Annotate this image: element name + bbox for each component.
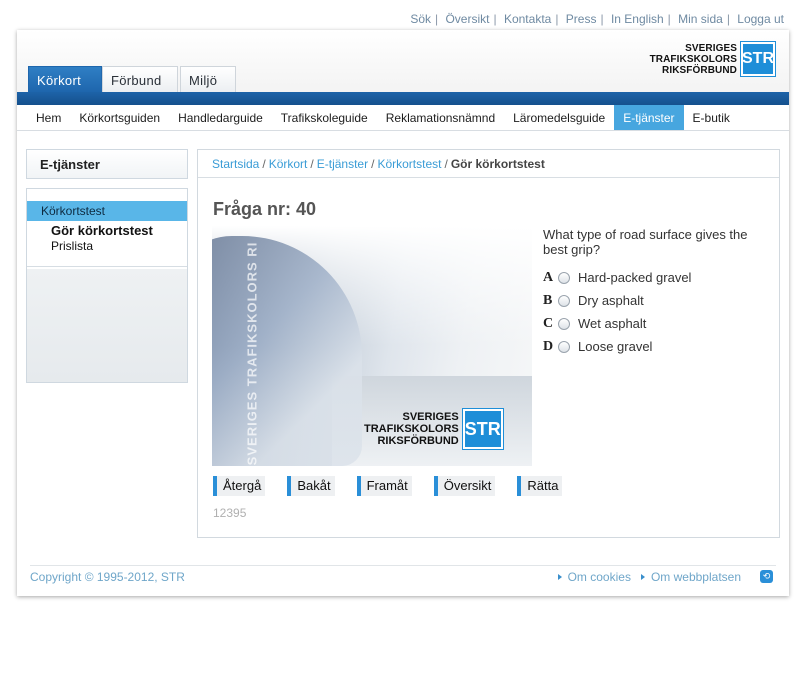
copyright: Copyright © 1995-2012, STR: [30, 570, 185, 584]
question-image: SVERIGES TRAFIKSKOLORS RI SVERIGES TRAFI…: [212, 226, 532, 466]
image-logo-mark: STR: [461, 408, 504, 450]
top-link-oversikt[interactable]: Översikt: [445, 12, 489, 26]
footer-divider: [30, 565, 776, 566]
main-nav: Hem Körkortsguiden Handledarguide Trafik…: [17, 105, 789, 131]
answer-radio[interactable]: [558, 294, 570, 307]
forward-button[interactable]: Framåt: [356, 476, 412, 496]
answer-list: A Hard-packed gravel B Dry asphalt C Wet…: [543, 266, 691, 358]
answer-letter: C: [543, 315, 554, 331]
logo-line: TRAFIKSKOLORS: [649, 53, 737, 65]
question-text: What type of road surface gives the best…: [543, 227, 748, 257]
answer-letter: A: [543, 269, 554, 285]
separator: |: [726, 12, 730, 26]
answer-label: Hard-packed gravel: [578, 270, 692, 285]
nav-hem[interactable]: Hem: [27, 105, 70, 130]
nav-e-butik[interactable]: E-butik: [684, 105, 739, 130]
breadcrumb: Startsida / Körkort / E-tjänster / Körkortstes…: [198, 150, 779, 178]
footer-links: Om cookies Om webbplatsen: [548, 570, 741, 584]
image-logo-line: TRAFIKSKOLORS: [364, 423, 459, 435]
nav-laromedelsguide[interactable]: Läromedelsguide: [504, 105, 614, 130]
answer-radio[interactable]: [558, 317, 570, 330]
top-link-kontakta[interactable]: Kontakta: [504, 12, 551, 26]
page-container: Körkort Förbund Miljö SVERIGES TRAFIKSKO…: [17, 30, 789, 596]
answer-option-a[interactable]: A Hard-packed gravel: [543, 266, 691, 289]
nav-reklamationsnamnd[interactable]: Reklamationsnämnd: [377, 105, 504, 130]
divider: [27, 266, 187, 267]
answer-radio[interactable]: [558, 271, 570, 284]
separator: |: [493, 12, 497, 26]
header: Körkort Förbund Miljö SVERIGES TRAFIKSKO…: [17, 30, 789, 92]
main-content: Startsida / Körkort / E-tjänster / Körkortstes…: [197, 149, 780, 538]
breadcrumb-e-tjanster[interactable]: E-tjänster: [317, 157, 368, 171]
overview-button[interactable]: Översikt: [433, 476, 496, 496]
sidebar-title: E-tjänster: [26, 149, 188, 179]
breadcrumb-korkortstest[interactable]: Körkortstest: [377, 157, 441, 171]
str-logo[interactable]: SVERIGES TRAFIKSKOLORS RIKSFÖRBUND STR: [650, 41, 776, 77]
nav-trafikskoleguide[interactable]: Trafikskoleguide: [272, 105, 377, 130]
image-logo-line: RIKSFÖRBUND: [377, 435, 459, 447]
nav-handledarguide[interactable]: Handledarguide: [169, 105, 272, 130]
top-link-in-english[interactable]: In English: [611, 12, 664, 26]
top-link-min-sida[interactable]: Min sida: [678, 12, 723, 26]
answer-option-b[interactable]: B Dry asphalt: [543, 289, 691, 312]
logo-text: SVERIGES TRAFIKSKOLORS RIKSFÖRBUND: [650, 43, 737, 76]
breadcrumb-separator: /: [310, 157, 314, 171]
correct-button[interactable]: Rätta: [517, 476, 563, 496]
back-button[interactable]: Bakåt: [287, 476, 335, 496]
answer-label: Loose gravel: [578, 339, 653, 354]
footer-link-cookies[interactable]: Om cookies: [557, 570, 631, 584]
breadcrumb-separator: /: [371, 157, 375, 171]
image-logo-text: SVERIGES TRAFIKSKOLORS RIKSFÖRBUND: [364, 411, 459, 447]
image-logo-line: SVERIGES: [402, 411, 459, 423]
top-link-logga-ut[interactable]: Logga ut: [737, 12, 784, 26]
arrow-right-icon: [640, 574, 645, 580]
tab-miljo[interactable]: Miljö: [180, 66, 236, 92]
header-bar: [17, 92, 789, 105]
sidebar-item-gor-korkortstest[interactable]: Gör körkortstest: [27, 221, 187, 238]
top-link-sok[interactable]: Sök: [410, 12, 431, 26]
question-code: 12395: [213, 506, 247, 520]
image-watermark: SVERIGES TRAFIKSKOLORS RI: [244, 241, 260, 466]
separator: |: [600, 12, 604, 26]
sidebar-item-korkortstest[interactable]: Körkortstest: [27, 201, 187, 221]
logo-line: SVERIGES: [685, 42, 737, 54]
arrow-right-icon: [557, 574, 562, 580]
separator: |: [555, 12, 559, 26]
sidebar-menu: Körkortstest Gör körkortstest Prislista: [26, 188, 188, 383]
breadcrumb-current: Gör körkortstest: [450, 157, 545, 171]
return-button[interactable]: Återgå: [213, 476, 266, 496]
separator: |: [667, 12, 671, 26]
answer-radio[interactable]: [558, 340, 570, 353]
logo-mark: STR: [740, 41, 776, 77]
breadcrumb-korkort[interactable]: Körkort: [269, 157, 308, 171]
sidebar-item-prislista[interactable]: Prislista: [27, 238, 187, 253]
nav-korkortsguiden[interactable]: Körkortsguiden: [70, 105, 169, 130]
image-logo: SVERIGES TRAFIKSKOLORS RIKSFÖRBUND STR: [364, 408, 504, 450]
breadcrumb-startsida[interactable]: Startsida: [212, 157, 259, 171]
tab-forbund[interactable]: Förbund: [102, 66, 178, 92]
answer-label: Dry asphalt: [578, 293, 644, 308]
logo-line: RIKSFÖRBUND: [662, 64, 737, 76]
footer-link-label: Om webbplatsen: [650, 570, 741, 584]
breadcrumb-separator: /: [262, 157, 266, 171]
answer-option-c[interactable]: C Wet asphalt: [543, 312, 691, 335]
tab-label: Förbund: [111, 73, 162, 88]
answer-option-d[interactable]: D Loose gravel: [543, 335, 691, 358]
separator: |: [435, 12, 439, 26]
tab-korkort[interactable]: Körkort: [28, 66, 113, 92]
button-row: Återgå Bakåt Framåt Översikt Rätta: [213, 476, 584, 496]
footer-link-webbplatsen[interactable]: Om webbplatsen: [640, 570, 741, 584]
breadcrumb-separator: /: [444, 157, 448, 171]
question-number: Fråga nr: 40: [213, 199, 317, 219]
tab-label: Körkort: [37, 73, 82, 88]
footer-link-label: Om cookies: [567, 570, 631, 584]
answer-letter: D: [543, 338, 554, 354]
tab-label: Miljö: [189, 73, 218, 88]
answer-letter: B: [543, 292, 553, 308]
share-icon[interactable]: ⟲: [760, 570, 773, 583]
nav-e-tjanster[interactable]: E-tjänster: [614, 105, 684, 130]
top-links: Sök | Översikt | Kontakta | Press | In Engli…: [410, 12, 784, 26]
top-link-press[interactable]: Press: [566, 12, 597, 26]
answer-label: Wet asphalt: [578, 316, 647, 331]
